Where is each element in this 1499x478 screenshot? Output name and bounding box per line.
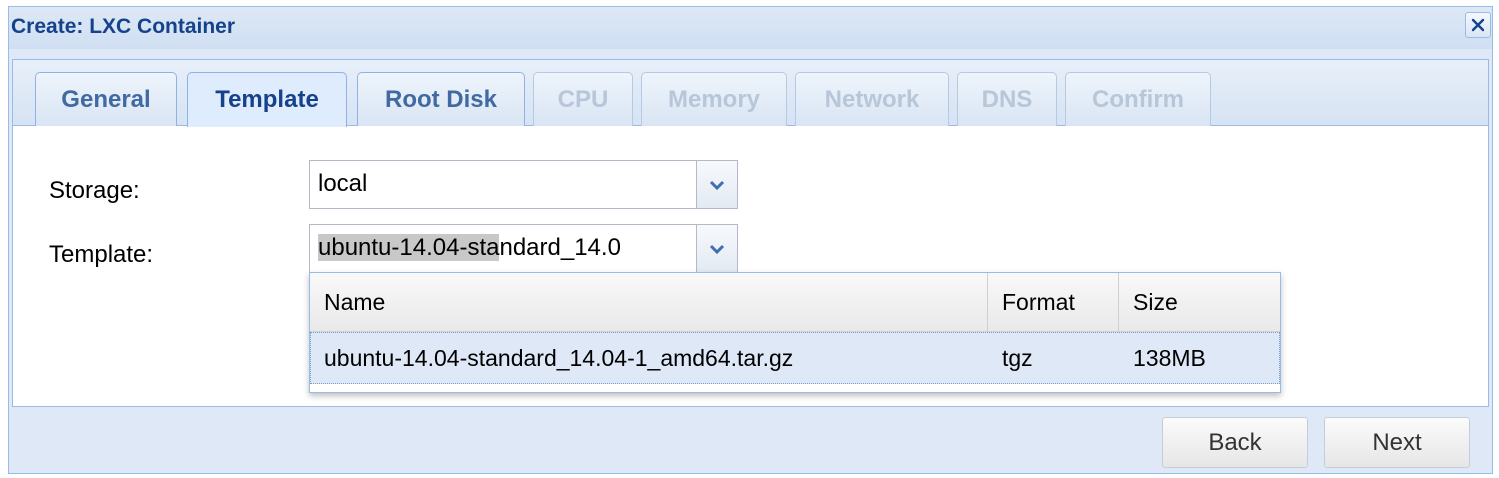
template-value[interactable]: ubuntu-14.04-standard_14.0 xyxy=(318,234,621,262)
template-dropdown-trigger[interactable] xyxy=(696,225,737,272)
template-combo[interactable]: ubuntu-14.04-standard_14.0 xyxy=(309,224,738,273)
cell-name: ubuntu-14.04-standard_14.04-1_amd64.tar.… xyxy=(324,345,794,371)
template-value-selection: ubuntu-14.04-sta xyxy=(318,234,500,261)
tab-confirm: Confirm xyxy=(1065,72,1211,126)
storage-combo[interactable]: local xyxy=(309,160,738,209)
chevron-down-icon xyxy=(709,180,725,190)
storage-dropdown-trigger[interactable] xyxy=(696,161,737,208)
tab-general[interactable]: General xyxy=(35,72,177,126)
tab-cpu: CPU xyxy=(533,72,633,126)
template-label: Template: xyxy=(49,241,154,268)
column-header-name[interactable]: Name xyxy=(310,273,988,331)
cell-format: tgz xyxy=(1002,345,1033,371)
grid-header: Name Format Size xyxy=(310,273,1280,332)
dialog-titlebar: Create: LXC Container xyxy=(9,7,1492,49)
template-value-rest: ndard_14.0 xyxy=(499,234,621,261)
cell-size: 138MB xyxy=(1133,345,1206,371)
tab-memory: Memory xyxy=(641,72,787,126)
back-button[interactable]: Back xyxy=(1162,417,1308,468)
dialog-title: Create: LXC Container xyxy=(11,15,236,38)
storage-label: Storage: xyxy=(49,177,140,204)
create-lxc-dialog: Create: LXC Container General Template R… xyxy=(8,6,1493,474)
tab-network: Network xyxy=(795,72,949,126)
close-button[interactable] xyxy=(1465,12,1491,38)
close-icon xyxy=(1471,18,1485,32)
tab-template[interactable]: Template xyxy=(187,72,347,127)
column-header-size[interactable]: Size xyxy=(1119,273,1280,331)
next-button[interactable]: Next xyxy=(1324,417,1470,468)
tab-dns: DNS xyxy=(957,72,1057,126)
tab-root-disk[interactable]: Root Disk xyxy=(357,72,525,126)
storage-value: local xyxy=(318,170,368,197)
table-row[interactable]: ubuntu-14.04-standard_14.04-1_amd64.tar.… xyxy=(310,332,1280,384)
wizard-panel: General Template Root Disk CPU Memory Ne… xyxy=(12,59,1489,407)
wizard-tabbar: General Template Root Disk CPU Memory Ne… xyxy=(13,60,1488,127)
column-header-format[interactable]: Format xyxy=(988,273,1119,331)
chevron-down-icon xyxy=(709,244,725,254)
template-picker-grid: Name Format Size ubuntu-14.04-standard_1… xyxy=(309,272,1281,393)
